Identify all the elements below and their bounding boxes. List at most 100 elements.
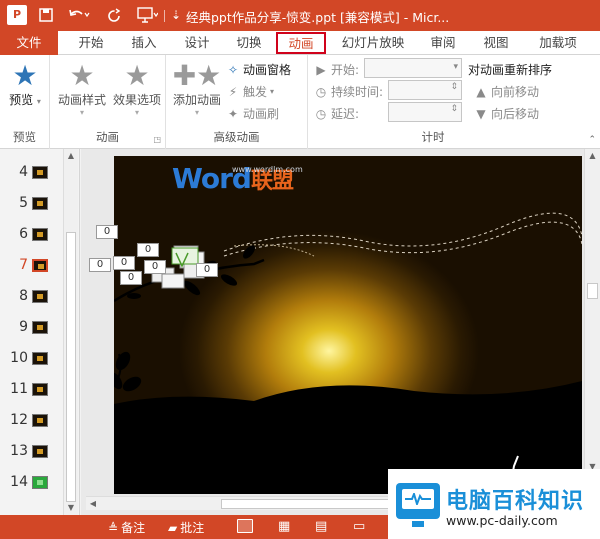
normal-view-icon[interactable] <box>237 519 253 533</box>
monitor-icon <box>396 483 440 527</box>
move-earlier-icon: ▲ <box>476 84 486 99</box>
tab-addins[interactable]: 加载项 <box>530 31 586 55</box>
start-dropdown-arrow-icon: ▾ <box>453 62 458 72</box>
add-animation-button[interactable]: ✚★ 添加动画 ▾ <box>170 61 224 118</box>
animation-pane-button[interactable]: ✧ 动画窗格 <box>226 61 291 78</box>
group-label-timing: 计时 <box>421 130 445 144</box>
group-preview: ★ 预览 ▾ 预览 <box>0 55 50 149</box>
slide-thumbnail <box>32 320 48 334</box>
slide-thumb[interactable]: 11 <box>0 378 62 400</box>
animation-dialog-launcher-icon[interactable]: ◳ <box>153 135 161 144</box>
animation-tag[interactable]: 0 <box>137 243 159 257</box>
duration-clock-icon: ◷ <box>315 84 327 99</box>
tab-design[interactable]: 设计 <box>174 31 220 55</box>
scroll-up-icon[interactable]: ▲ <box>585 149 600 163</box>
slide-thumb[interactable]: 9 <box>0 316 62 338</box>
separator <box>164 10 165 22</box>
slide-number: 5 <box>19 195 28 211</box>
tab-animations[interactable]: 动画 <box>276 32 326 54</box>
reading-view-icon[interactable]: ▤ <box>315 519 327 534</box>
slide-thumbnail <box>32 258 48 272</box>
animation-painter-icon: ✦ <box>227 106 239 121</box>
comments-button[interactable]: ▰ 批注 <box>168 519 204 536</box>
slide-number: 6 <box>19 226 28 242</box>
group-timing: ▶ 开始: ▾ ◷ 持续时间: ⇕ ◷ 延迟: ⇕ 对动画重新排序 ▲ 向前移动… <box>308 55 600 149</box>
animation-styles-dropdown-icon: ▾ <box>79 108 84 117</box>
tab-slideshow[interactable]: 幻灯片放映 <box>335 31 411 55</box>
save-icon[interactable] <box>37 6 55 24</box>
slide-number: 13 <box>10 443 28 459</box>
start-label: ▶ 开始: <box>314 61 359 78</box>
animation-tag[interactable]: 0 <box>89 258 111 272</box>
slide-thumb[interactable]: 4 <box>0 161 62 183</box>
effect-options-dropdown-icon: ▾ <box>134 108 139 117</box>
notes-button[interactable]: ≜ 备注 <box>108 519 145 536</box>
tab-transitions[interactable]: 切换 <box>226 31 272 55</box>
slide-sorter-view-icon[interactable]: ▦ <box>278 519 290 534</box>
tab-review[interactable]: 审阅 <box>420 31 466 55</box>
scroll-up-icon[interactable]: ▲ <box>64 149 78 163</box>
delay-label-text: 延迟: <box>331 107 360 121</box>
customize-qat-icon[interactable]: ⇣ <box>170 6 182 24</box>
slide-thumbnail <box>32 444 48 458</box>
add-animation-label: 添加动画 <box>172 93 221 107</box>
tab-view[interactable]: 视图 <box>474 31 518 55</box>
slide-thumb[interactable]: 5 <box>0 192 62 214</box>
animation-tag[interactable]: 0 <box>113 256 135 270</box>
slide-thumb[interactable]: 10 <box>0 347 62 369</box>
notes-icon: ≜ <box>108 520 119 535</box>
duration-input[interactable]: ⇕ <box>388 80 462 100</box>
editor-hscroll-thumb[interactable] <box>221 499 391 509</box>
tab-file[interactable]: 文件 <box>0 31 58 55</box>
slide-number: 14 <box>10 474 28 490</box>
slide-thumb-selected[interactable]: 7 <box>0 254 62 276</box>
animation-styles-button[interactable]: ★ 动画样式 ▾ <box>56 61 108 118</box>
slide-editor: Word联盟 www.wordlm.com 0 0 0 0 0 0 0 <box>81 149 600 515</box>
scroll-down-icon[interactable]: ▼ <box>64 501 78 515</box>
reorder-title: 对动画重新排序 <box>468 63 553 77</box>
animation-tag[interactable]: 0 <box>196 263 218 277</box>
group-label-preview: 预览 <box>13 130 36 144</box>
slide-thumb[interactable]: 8 <box>0 285 62 307</box>
slide-thumbnail <box>32 475 48 489</box>
start-dropdown[interactable]: ▾ <box>364 58 462 78</box>
slide-thumb[interactable]: 12 <box>0 409 62 431</box>
trigger-icon: ⚡ <box>228 84 238 99</box>
slide-thumbnail <box>32 382 48 396</box>
delay-clock-icon: ◷ <box>315 106 327 121</box>
scroll-left-icon[interactable]: ◀ <box>86 497 100 510</box>
effect-options-icon: ★ <box>124 59 150 92</box>
preview-button[interactable]: ★ 预览 ▾ <box>4 61 46 108</box>
present-from-beginning-icon[interactable] <box>135 6 159 24</box>
editor-scroll-thumb[interactable] <box>587 283 598 299</box>
animation-pane-icon: ✧ <box>227 62 239 77</box>
delay-spinner-icon: ⇕ <box>450 104 458 114</box>
tab-home[interactable]: 开始 <box>68 31 114 55</box>
animation-painter-button[interactable]: ✦ 动画刷 <box>226 105 279 122</box>
slide-canvas[interactable]: Word联盟 www.wordlm.com <box>114 156 582 494</box>
delay-input[interactable]: ⇕ <box>388 102 462 122</box>
slide-thumb[interactable]: 14 <box>0 471 62 493</box>
undo-icon[interactable] <box>66 6 92 24</box>
slide-thumbnail <box>32 165 48 179</box>
trigger-button[interactable]: ⚡ 触发 ▾ <box>226 83 274 100</box>
effect-options-button[interactable]: ★ 效果选项 ▾ <box>110 59 164 118</box>
animation-tag[interactable]: 0 <box>144 260 166 274</box>
move-later-button[interactable]: ▼ 向后移动 <box>474 105 539 122</box>
site-watermark: 电脑百科知识 www.pc-daily.com <box>388 469 600 539</box>
slide-thumbnails-pane: 4 5 6 7 8 9 10 11 12 13 14 ▲ ▼ <box>0 149 80 515</box>
move-later-icon: ▼ <box>476 106 486 121</box>
animation-tag[interactable]: 0 <box>120 271 142 285</box>
thumbnails-scroll-thumb[interactable] <box>66 232 76 502</box>
tab-insert[interactable]: 插入 <box>121 31 167 55</box>
redo-icon[interactable] <box>104 6 124 24</box>
thumbnails-scrollbar[interactable]: ▲ ▼ <box>63 149 78 515</box>
collapse-ribbon-icon[interactable]: ⌃ <box>588 135 596 145</box>
slide-thumb[interactable]: 13 <box>0 440 62 462</box>
comments-icon: ▰ <box>168 520 178 535</box>
editor-vertical-scrollbar[interactable]: ▲ ▼ <box>584 149 600 496</box>
slideshow-view-icon[interactable]: ▭ <box>353 519 365 534</box>
move-earlier-button[interactable]: ▲ 向前移动 <box>474 83 539 100</box>
slide-thumb[interactable]: 6 <box>0 223 62 245</box>
animation-tag[interactable]: 0 <box>96 225 118 239</box>
